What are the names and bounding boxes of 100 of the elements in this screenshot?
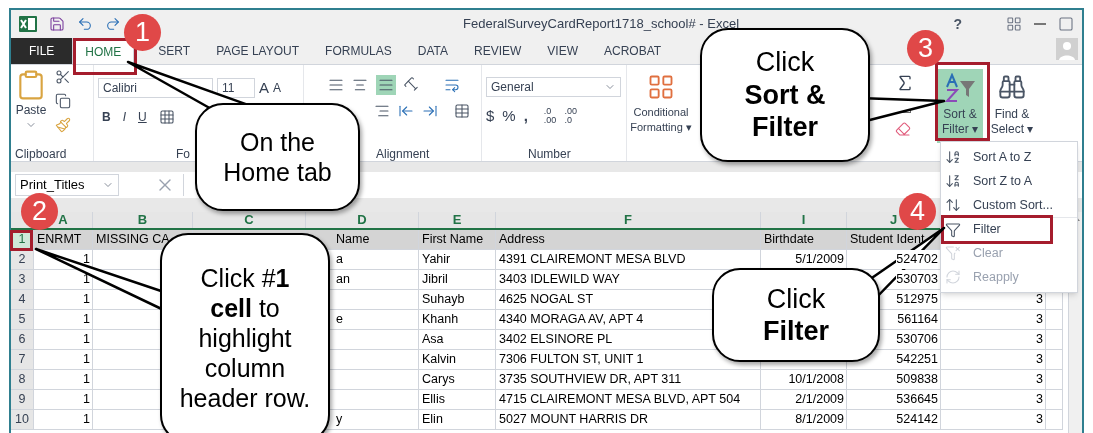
find-select-button[interactable]: Find & Select ▾ [989,69,1035,137]
table-cell: Name [306,230,419,250]
name-box[interactable]: Print_Titles [15,174,119,196]
table-cell: 2/1/2009 [761,390,847,410]
column-header[interactable]: F [624,210,632,230]
ribbon-tab[interactable]: FORMULAS [312,38,405,64]
ribbon-tab[interactable]: DATA [404,38,461,64]
align-bottom-icon [378,77,394,93]
row-header[interactable]: 7 [11,350,34,370]
callout-text: Click Sort & Filter [744,46,826,144]
column-header[interactable]: D [357,210,367,230]
row-header[interactable]: 2 [11,250,34,270]
table-cell: 1 [34,350,93,370]
help-button[interactable]: ? [953,13,962,35]
column-header[interactable]: E [452,210,462,230]
sort-filter-button[interactable]: Sort & Filter ▾ [937,69,983,143]
table-cell: Ellis [419,390,496,410]
menu-item-icon [945,197,961,213]
table-cell: 3 [941,390,1046,410]
brush-icon [55,117,71,133]
restore-icon [1006,16,1022,32]
paste-button[interactable]: Paste [15,101,47,119]
row-header[interactable]: 3 [11,270,34,290]
percent-button[interactable]: % [502,105,516,128]
align-right-icon [374,103,390,119]
table-cell: 8/1/2009 [761,410,847,430]
table-cell: Elin [419,410,496,430]
menu-item-icon [945,245,961,261]
table-cell [1046,410,1063,430]
ribbon-tab[interactable]: VIEW [534,38,591,64]
sort-filter-icon [943,73,977,103]
ribbon-tab[interactable]: ACROBAT [591,38,675,64]
decrease-decimal-button[interactable]: .00 .0 [564,107,577,126]
table-cell: 3 [941,350,1046,370]
table-cell: 3 [941,370,1046,390]
table-cell: ENRMT [34,230,93,250]
table-cell: First Name [419,230,496,250]
conditional-formatting-button[interactable]: Conditional Formatting ▾ [630,105,692,135]
menu-item[interactable]: Sort Z to A [973,171,1033,191]
currency-button[interactable]: $ [486,105,495,128]
table-cell [1046,330,1063,350]
row-header[interactable]: 8 [11,370,34,390]
indent-decrease-icon [398,103,414,119]
menu-item[interactable]: Filter [973,220,1001,239]
align-bottom-button[interactable] [376,75,396,95]
table-cell: 1 [34,410,93,430]
increase-decimal-button[interactable]: .0 .00 [543,107,557,126]
spreadsheet-logo-icon [19,15,37,33]
conditional-formatting-icon [647,73,675,101]
shrink-font-button[interactable]: A [273,79,282,98]
highlight-frame [10,230,33,251]
table-cell: Carys [419,370,496,390]
column-header[interactable]: C [244,210,254,230]
save-icon [49,16,65,32]
column-header[interactable]: A [58,210,68,230]
table-cell [1046,350,1063,370]
table-cell: Student Ident [847,230,941,250]
merge-icon [454,103,470,119]
ribbon-tab[interactable]: FILE [11,38,73,64]
grow-font-button[interactable]: A [259,77,269,100]
number-format-field[interactable]: General [486,77,621,97]
menu-item[interactable]: Custom Sort... [973,195,1053,215]
indent-increase-icon [422,103,438,119]
table-cell: 1 [34,390,93,410]
wrap-text-icon [444,77,460,93]
maximize-icon [1058,16,1074,32]
row-header[interactable]: 6 [11,330,34,350]
table-cell: 1 [34,330,93,350]
table-cell: 3735 SOUTHVIEW DR, APT 311 [496,370,761,390]
underline-button[interactable]: U [138,107,147,126]
column-header[interactable]: J [889,210,898,230]
column-header[interactable]: B [137,210,148,230]
table-cell: 5027 MOUNT HARRIS DR [496,410,761,430]
table-cell: 1 [34,290,93,310]
table-cell: 536645 [847,390,941,410]
minimize-icon [1034,23,1046,25]
row-header[interactable]: 5 [11,310,34,330]
ribbon-tab[interactable]: REVIEW [461,38,535,64]
table-cell: 524142 [847,410,941,430]
binoculars-icon [998,73,1026,101]
italic-button[interactable]: I [122,107,126,126]
row-header[interactable]: 4 [11,290,34,310]
bold-button[interactable]: B [102,107,111,126]
table-cell: Khanh [419,310,496,330]
table-cell [1046,370,1063,390]
row-header[interactable]: 10 [11,410,34,430]
group-label: Fo [175,146,191,161]
table-cell: 509838 [847,370,941,390]
menu-item[interactable]: Sort A to Z [973,147,1032,167]
row-header[interactable]: 9 [11,390,34,410]
group-label: Alignment [375,146,431,161]
group-label: Clipboard [15,146,68,161]
menu-item-icon [945,173,961,189]
table-cell [1046,390,1063,410]
table-cell: 1 [34,310,93,330]
menu-item-icon [945,269,961,285]
column-header[interactable]: I [801,210,806,230]
comma-button[interactable]: , [523,105,528,128]
copy-icon [55,93,71,109]
ribbon-tab[interactable]: PAGE LAYOUT [203,38,313,64]
